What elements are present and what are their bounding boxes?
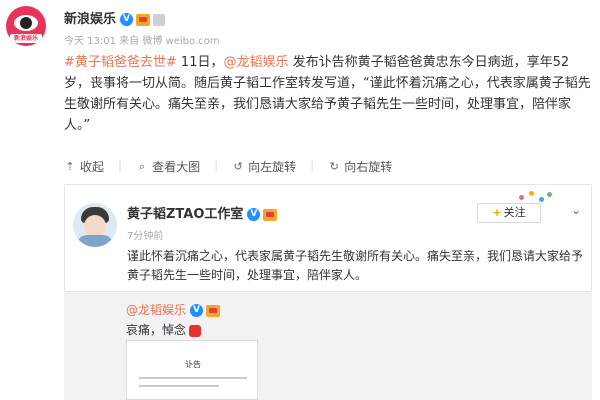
- post-author-row: 新浪娱乐 V: [64, 8, 166, 27]
- follow-button[interactable]: + 关注: [477, 203, 541, 223]
- avatar-label: 新浪娱乐: [10, 34, 42, 43]
- rotate-left-label: 向左旋转: [248, 160, 297, 174]
- obituary-title: 讣告: [185, 360, 201, 369]
- zoom-icon: ⌕: [138, 159, 146, 173]
- repost-author-name[interactable]: 黄子韬ZTAO工作室: [127, 207, 243, 222]
- document-text-line: [139, 377, 247, 379]
- mention-link[interactable]: @龙韬娱乐: [223, 55, 288, 70]
- post-author-name[interactable]: 新浪娱乐: [64, 12, 116, 27]
- rotate-right-icon: ↻: [329, 159, 339, 173]
- repost-card: 黄子韬ZTAO工作室 V 7分钟前 + 关注 ⌄ 谨此怀着沉痛之心，代表家属黄子韬先…: [64, 184, 592, 400]
- collect-label: 收起: [80, 160, 105, 174]
- avatar-eye-pupil: [20, 17, 32, 29]
- candle-emoji-icon: [189, 324, 202, 337]
- repost-body: 谨此怀着沉痛之心，代表家属黄子韬先生敬谢所有关心。痛失至亲，我们恳请大家给予黄子…: [127, 249, 584, 282]
- view-large-button[interactable]: ⌕ 查看大图: [136, 158, 200, 175]
- avatar-face: [84, 215, 106, 237]
- collapse-icon: ⇡: [65, 159, 75, 173]
- vip-crown-icon: [206, 304, 221, 317]
- post-meta: 今天 13:01 来自 微博 weibo.com: [64, 36, 220, 47]
- view-large-label: 查看大图: [152, 160, 201, 174]
- post-text-1: 11日，: [176, 55, 224, 70]
- toolbar-divider: |: [118, 158, 123, 172]
- vip-crown-icon: [136, 13, 151, 26]
- rotate-left-icon: ↺: [233, 159, 243, 173]
- chevron-down-icon[interactable]: ⌄: [571, 203, 581, 217]
- verified-badge-icon: V: [190, 304, 204, 317]
- follow-label: 关注: [503, 206, 526, 219]
- sina-ent-avatar[interactable]: 新浪娱乐: [6, 6, 46, 46]
- obituary-image[interactable]: 讣告: [126, 340, 258, 400]
- repost-author-row: 黄子韬ZTAO工作室 V: [127, 203, 278, 222]
- plus-icon: +: [492, 206, 502, 219]
- image-toolbar: ⇡ 收起 | ⌕ 查看大图 | ↺ 向左旋转 | ↻ 向右旋转: [64, 158, 392, 175]
- inner-text-row: 哀痛，悼念: [126, 320, 220, 340]
- rotate-right-button[interactable]: ↻ 向右旋转: [328, 158, 393, 175]
- inner-author-link[interactable]: @龙韬娱乐: [126, 303, 186, 317]
- toolbar-divider: |: [214, 158, 219, 172]
- verified-badge-icon: V: [120, 13, 134, 26]
- rotate-right-label: 向右旋转: [344, 160, 393, 174]
- inner-author-row: @龙韬娱乐 V: [126, 300, 221, 320]
- post-body: #黄子韬爸爸去世# 11日，@龙韬娱乐 发布讣告称黄子韬爸爸黄忠东今日病逝，享年…: [64, 52, 592, 136]
- document-text-line: [139, 385, 219, 387]
- toolbar-divider: |: [310, 158, 315, 172]
- verified-badge-icon: V: [247, 208, 261, 221]
- repost-time: 7分钟前: [127, 231, 164, 242]
- hashtag-link[interactable]: #黄子韬爸爸去世#: [64, 55, 177, 70]
- rotate-left-button[interactable]: ↺ 向左旋转: [232, 158, 297, 175]
- collect-button[interactable]: ⇡ 收起: [64, 158, 104, 175]
- member-icon: [153, 13, 166, 26]
- repost-header-panel: 黄子韬ZTAO工作室 V 7分钟前 + 关注 ⌄ 谨此怀着沉痛之心，代表家属黄子韬先…: [64, 184, 592, 292]
- vip-crown-icon: [263, 208, 278, 221]
- inner-post: @龙韬娱乐 V 哀痛，悼念: [126, 300, 221, 340]
- studio-avatar[interactable]: [73, 203, 117, 247]
- inner-text: 哀痛，悼念: [126, 323, 187, 337]
- avatar-shirt: [77, 235, 113, 247]
